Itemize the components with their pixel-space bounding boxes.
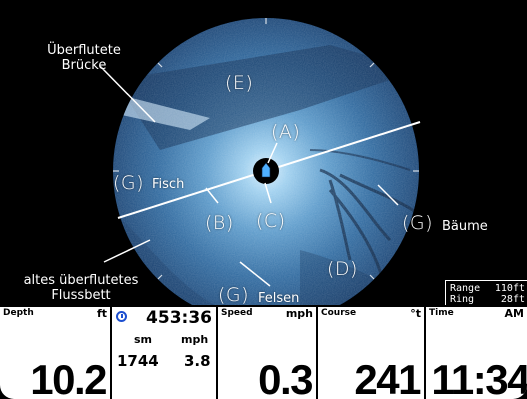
clock-cell: Time AM 11:34 bbox=[426, 307, 527, 399]
timer-cell: 453:36 sm mph 1744 3.8 bbox=[112, 307, 218, 399]
label-E: (E) bbox=[225, 72, 254, 94]
depth-cell: Depth ft 10.2 bbox=[0, 307, 112, 399]
label-fish: Fisch bbox=[152, 177, 185, 192]
label-flooded-bridge: Überflutete Brücke bbox=[36, 43, 132, 73]
fishfinder-screen: Überflutete Brücke (E) (A) (G) Fisch (B)… bbox=[0, 0, 527, 399]
label-text: Überflutete bbox=[47, 43, 121, 58]
depth-unit: ft bbox=[96, 307, 107, 320]
avg-speed-value: 3.8 bbox=[184, 352, 211, 370]
data-bar: Depth ft 10.2 453:36 sm mph 1744 3.8 Spe… bbox=[0, 305, 527, 399]
speed-unit: mph bbox=[285, 307, 313, 320]
label-A: (A) bbox=[271, 121, 301, 143]
distance-value: 1744 bbox=[117, 352, 159, 370]
range-info-box: Range 110ft Ring 28ft bbox=[445, 280, 527, 308]
ring-label: Ring bbox=[450, 294, 475, 305]
label-text: Flussbett bbox=[51, 288, 111, 303]
speed-cell: Speed mph 0.3 bbox=[218, 307, 318, 399]
label-trees: Bäume bbox=[442, 219, 488, 234]
course-title: Course bbox=[321, 308, 357, 318]
label-text: altes überflutetes bbox=[23, 273, 139, 288]
clock-value: 11:34 bbox=[431, 356, 527, 399]
course-cell: Course °t 241 bbox=[318, 307, 426, 399]
timer-unit-sm: sm bbox=[134, 333, 153, 346]
label-G-fish-marker: (G) bbox=[113, 172, 145, 194]
depth-value: 10.2 bbox=[30, 356, 107, 399]
clock-title: Time bbox=[429, 308, 454, 318]
speed-value: 0.3 bbox=[258, 356, 313, 399]
label-old-riverbed: altes überflutetes Flussbett bbox=[16, 273, 146, 303]
label-G-rocks-marker: (G) bbox=[218, 284, 250, 306]
stopwatch-icon bbox=[116, 311, 127, 322]
course-unit: °t bbox=[410, 307, 421, 320]
timer-time: 453:36 bbox=[146, 308, 212, 328]
timer-unit-mph: mph bbox=[181, 333, 209, 346]
course-value: 241 bbox=[354, 356, 421, 399]
label-text: Brücke bbox=[61, 58, 107, 73]
label-C: (C) bbox=[256, 210, 286, 232]
label-D: (D) bbox=[327, 258, 358, 280]
speed-title: Speed bbox=[221, 308, 253, 318]
range-label: Range bbox=[450, 283, 481, 294]
stopwatch-hand bbox=[121, 314, 123, 318]
clock-unit: AM bbox=[504, 307, 524, 320]
label-B: (B) bbox=[205, 212, 234, 234]
depth-title: Depth bbox=[3, 308, 34, 318]
label-G-trees-marker: (G) bbox=[402, 212, 434, 234]
label-rocks: Felsen bbox=[258, 291, 300, 306]
